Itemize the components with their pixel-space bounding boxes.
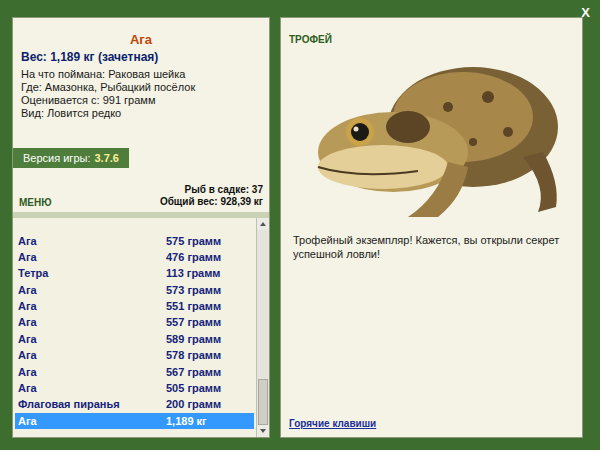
catch-weight: 578 грамм <box>166 349 221 361</box>
version-value: 3.7.6 <box>94 152 118 164</box>
fish-name: Ага <box>21 32 261 47</box>
catch-weight: 200 грамм <box>166 398 221 410</box>
fish-info: Ага Вес: 1,189 кг (зачетная) На что пойман… <box>13 18 269 138</box>
catch-weight: 1,189 кг <box>166 415 207 427</box>
catch-name: Ага <box>18 349 166 361</box>
keepnet-total: Общий вес: 928,39 кг <box>160 196 263 208</box>
catch-name: Ага <box>18 251 166 263</box>
menu-row: МЕНЮ Рыб в садке: 37Общий вес: 928,39 кг <box>13 168 269 212</box>
catch-row[interactable]: Ага551 грамм <box>15 298 254 314</box>
menu-button[interactable]: МЕНЮ <box>19 197 52 208</box>
catch-name: Тетра <box>18 267 166 279</box>
fish-detail: Где: Амазонка, Рыбацкий посёлок <box>21 81 261 94</box>
catch-row[interactable]: Ага557 грамм <box>15 314 254 330</box>
catch-row[interactable]: Флаговая пиранья200 грамм <box>15 396 254 412</box>
keepnet-count: Рыб в садке: 37 <box>160 184 263 196</box>
scroll-space <box>257 230 269 379</box>
fish-detail: Оценивается с: 991 грамм <box>21 94 261 107</box>
catch-weight: 505 грамм <box>166 382 221 394</box>
version-label: Версия игры: <box>23 152 90 164</box>
catch-name: Флаговая пиранья <box>18 398 166 410</box>
catch-name: Ага <box>18 382 166 394</box>
catch-weight: 575 грамм <box>166 235 221 247</box>
catch-weight: 567 грамм <box>166 366 221 378</box>
catch-row[interactable]: Ага1,189 кг <box>15 413 254 429</box>
scrollbar[interactable] <box>256 218 269 437</box>
catch-row[interactable]: Ага589 грамм <box>15 331 254 347</box>
catch-name: Ага <box>18 235 166 247</box>
fish-detail: На что поймана: Раковая шейка <box>21 68 261 81</box>
toad-icon <box>289 47 576 225</box>
keepnet-summary: Рыб в садке: 37Общий вес: 928,39 кг <box>160 184 263 208</box>
catch-row[interactable]: Ага476 грамм <box>15 249 254 265</box>
catch-name: Ага <box>18 333 166 345</box>
catch-row[interactable]: Ага575 грамм <box>15 232 254 248</box>
fish-weight: Вес: 1,189 кг (зачетная) <box>21 50 261 64</box>
catch-weight: 557 грамм <box>166 316 221 328</box>
catch-row[interactable]: Тетра113 грамм <box>15 265 254 281</box>
catch-weight: 476 грамм <box>166 251 221 263</box>
trophy-panel: ТРОФЕЙ Трофейный экземпляр! Кажется, вы о… <box>280 17 583 438</box>
catch-name: Ага <box>18 366 166 378</box>
close-button[interactable]: X <box>577 3 594 22</box>
scroll-up-icon[interactable] <box>257 218 269 230</box>
catch-name: Ага <box>18 415 166 427</box>
catch-row[interactable]: Ага567 грамм <box>15 363 254 379</box>
catch-list: Ага575 граммАга476 граммТетра113 граммАг… <box>13 218 256 437</box>
catch-weight: 589 грамм <box>166 333 221 345</box>
scroll-down-icon[interactable] <box>257 425 269 437</box>
catch-row[interactable]: Ага505 грамм <box>15 380 254 396</box>
catch-panel: Ага Вес: 1,189 кг (зачетная) На что пойман… <box>12 17 270 438</box>
catch-row[interactable]: Ага578 грамм <box>15 347 254 363</box>
scroll-track[interactable] <box>257 230 269 425</box>
trophy-label: ТРОФЕЙ <box>289 34 576 45</box>
catch-row[interactable]: Ага573 грамм <box>15 281 254 297</box>
catch-name: Ага <box>18 300 166 312</box>
fish-detail: Вид: Ловится редко <box>21 107 261 120</box>
version-bar: Версия игры: 3.7.6 <box>13 148 129 168</box>
catch-name: Ага <box>18 284 166 296</box>
catch-weight: 573 грамм <box>166 284 221 296</box>
catch-weight: 551 грамм <box>166 300 221 312</box>
hotkeys-link[interactable]: Горячие клавиши <box>289 418 576 431</box>
spacer <box>289 261 576 418</box>
trophy-window: Ага Вес: 1,189 кг (зачетная) На что пойман… <box>0 0 600 450</box>
catch-name: Ага <box>18 316 166 328</box>
scroll-thumb[interactable] <box>258 379 268 425</box>
catch-list-frame: Ага575 граммАга476 граммТетра113 граммАг… <box>13 212 269 437</box>
catch-weight: 113 грамм <box>166 267 221 279</box>
trophy-message: Трофейный экземпляр! Кажется, вы открыли… <box>289 225 576 261</box>
